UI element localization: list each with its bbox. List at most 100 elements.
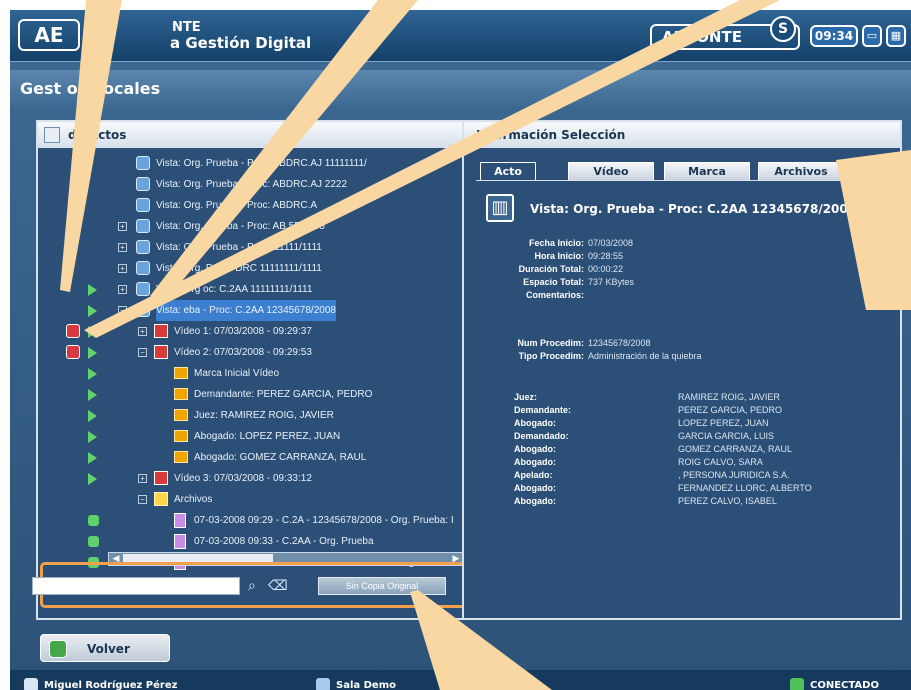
detail-key: Hora Inicio: (534, 251, 584, 261)
detail-value: 00:00:22 (588, 264, 624, 274)
play-icon[interactable] (88, 410, 97, 422)
tree-row[interactable]: Vista: Org. Prueba - Proc: ABDRC.AJ 1111… (38, 153, 468, 174)
minimize-button[interactable]: ▭ (862, 25, 882, 47)
tree-row-selected[interactable]: − Vista: eba - Proc: C.2AA 12345678/2008 (38, 300, 468, 321)
play-icon[interactable] (88, 305, 97, 317)
tree-row-label: Vista: Org. Prueba - Pr 11111111/1111 (156, 242, 322, 253)
tree-row[interactable]: Marca Inicial Vídeo (38, 363, 468, 384)
tree-row[interactable]: − Archivos (38, 489, 468, 510)
play-icon[interactable] (88, 452, 97, 464)
tree-row-label: Juez: RAMIREZ ROIG, JAVIER (194, 410, 334, 421)
expand-icon[interactable]: + (118, 243, 127, 252)
tree-row-label: Vídeo 2: 07/03/2008 - 09:29:53 (174, 347, 312, 358)
detail-value: 737 KBytes (588, 277, 635, 287)
detail-key: Fecha Inicio: (528, 238, 584, 248)
tree-row[interactable]: + Vista: Org. Prueba - Pr 11111111/1111 (38, 237, 468, 258)
expand-icon[interactable]: + (118, 285, 127, 294)
arconte-badge: S (770, 16, 796, 42)
tree-row-label: 07-03-2008 09:29 - C.2A - 12345678/2008 … (194, 515, 454, 526)
file-status-icon (88, 536, 99, 547)
party-name: RAMIREZ ROIG, JAVIER (678, 392, 780, 402)
expand-icon[interactable]: + (138, 474, 147, 483)
tree-row-label: Vista: Org. Prueba - Proc: AB 55/5555 (156, 221, 325, 232)
play-icon[interactable] (88, 389, 97, 401)
tab-marca[interactable]: Marca (664, 162, 750, 180)
act-icon (136, 198, 150, 212)
room-icon (316, 678, 330, 690)
app-logo: AE (18, 19, 80, 51)
play-icon[interactable] (88, 431, 97, 443)
party-role: Abogado: (514, 483, 556, 493)
tree-row[interactable]: Demandante: PEREZ GARCIA, PEDRO (38, 384, 468, 405)
tree-row-label: Demandante: PEREZ GARCIA, PEDRO (194, 389, 373, 400)
tree-row[interactable]: + Vista: Org. Prueb DRC 11111111/1111 (38, 258, 468, 279)
party-name: GARCIA GARCIA, LUIS (678, 431, 775, 441)
tree-row-label: Vídeo 3: 07/03/2008 - 09:33:12 (174, 473, 312, 484)
tree-row[interactable]: 07-03-2008 09:33 - C.2AA - Org. Prueba (38, 531, 468, 552)
mark-icon (174, 451, 188, 463)
proc-key: Num Procedim: (517, 338, 584, 348)
tree-row[interactable]: Vista: Org. Prueba - Proc: ABDRC.AJ 2222 (38, 174, 468, 195)
tab-archivos[interactable]: Archivos (758, 162, 844, 180)
tree-row[interactable]: − Vídeo 2: 07/03/2008 - 09:29:53 (38, 342, 468, 363)
party-name: FERNANDEZ LLORC, ALBERTO (678, 483, 812, 493)
app-header: AE NTE a Gestión Digital ARCONTE S 09:34… (10, 10, 911, 62)
tree-row-label: 07-03-2008 09:33 - C.2AA - Org. Prueba (194, 536, 374, 547)
tree-row[interactable]: Vista: Org. Prueba - Proc: ABDRC.A (38, 195, 468, 216)
party-role: Demandado: (514, 431, 569, 441)
tree-row-label: Abogado: GOMEZ CARRANZA, RAUL (194, 452, 367, 463)
tree-row-label: Vídeo 1: 07/03/2008 - 09:29:37 (174, 326, 312, 337)
detail-value: 09:28:55 (588, 251, 624, 261)
document-icon (174, 534, 186, 549)
party-role: Demandante: (514, 405, 572, 415)
collapse-icon[interactable]: − (138, 348, 147, 357)
document-icon (174, 513, 186, 528)
tab-acto[interactable]: Acto (480, 162, 536, 180)
page-title: Gest os Locales (20, 79, 161, 98)
play-icon[interactable] (88, 368, 97, 380)
tab-video[interactable]: Vídeo (568, 162, 654, 180)
expand-icon[interactable]: + (118, 222, 127, 231)
acts-panel-header: de Actos (38, 122, 468, 148)
eraser-icon[interactable]: ⌫ (268, 577, 288, 595)
no-original-copy-button[interactable]: Sin Copia Original (318, 577, 446, 595)
proc-key: Tipo Procedim: (518, 351, 584, 361)
brand-line1: NTE (172, 20, 201, 35)
tree-row[interactable]: + Vídeo 3: 07/03/2008 - 09:33:12 (38, 468, 468, 489)
party-name: GOMEZ CARRANZA, RAUL (678, 444, 793, 454)
act-icon (136, 303, 150, 317)
search-input[interactable] (32, 577, 240, 595)
back-button[interactable]: Volver (40, 634, 170, 662)
party-name: PEREZ CALVO, ISABEL (678, 496, 777, 506)
tree-row[interactable]: + Vista: Org oc: C.2AA 11111111/1111 (38, 279, 468, 300)
tree-row[interactable]: 07-03-2008 09:29 - C.2A - 12345678/2008 … (38, 510, 468, 531)
tree-row[interactable]: + Vista: Org. Prueba - Proc: AB 55/5555 (38, 216, 468, 237)
detail-value: 07/03/2008 (588, 238, 634, 248)
video-icon (154, 324, 168, 338)
play-icon[interactable] (88, 326, 97, 338)
connected-icon (790, 678, 804, 690)
tree-row[interactable]: Abogado: LOPEZ PEREZ, JUAN (38, 426, 468, 447)
expand-icon[interactable]: + (138, 327, 147, 336)
detail-key: Duración Total: (518, 264, 584, 274)
mark-icon (174, 430, 188, 442)
collapse-icon[interactable]: − (138, 495, 147, 504)
room-name: Sala Demo (336, 680, 396, 690)
back-icon (49, 640, 67, 658)
tree-row-label: Vista: eba - Proc: C.2AA 12345678/2008 (156, 300, 336, 321)
tab-underline (476, 180, 896, 181)
play-icon[interactable] (88, 284, 97, 296)
party-name: PEREZ GARCIA, PEDRO (678, 405, 783, 415)
grid-button[interactable]: ▦ (886, 25, 906, 47)
party-name: ROIG CALVO, SARA (678, 457, 763, 467)
party-role: Abogado: (514, 457, 556, 467)
binoculars-icon[interactable]: ⌕ (248, 577, 264, 595)
tree-row[interactable]: Juez: RAMIREZ ROIG, JAVIER (38, 405, 468, 426)
tree-row[interactable]: Abogado: GOMEZ CARRANZA, RAUL (38, 447, 468, 468)
brand-line2: a Gestión Digital (170, 34, 312, 52)
expand-icon[interactable]: + (118, 264, 127, 273)
play-icon[interactable] (88, 473, 97, 485)
collapse-icon[interactable]: − (118, 306, 127, 315)
play-icon[interactable] (88, 347, 97, 359)
tree-row[interactable]: + Vídeo 1: 07/03/2008 - 09:29:37 (38, 321, 468, 342)
